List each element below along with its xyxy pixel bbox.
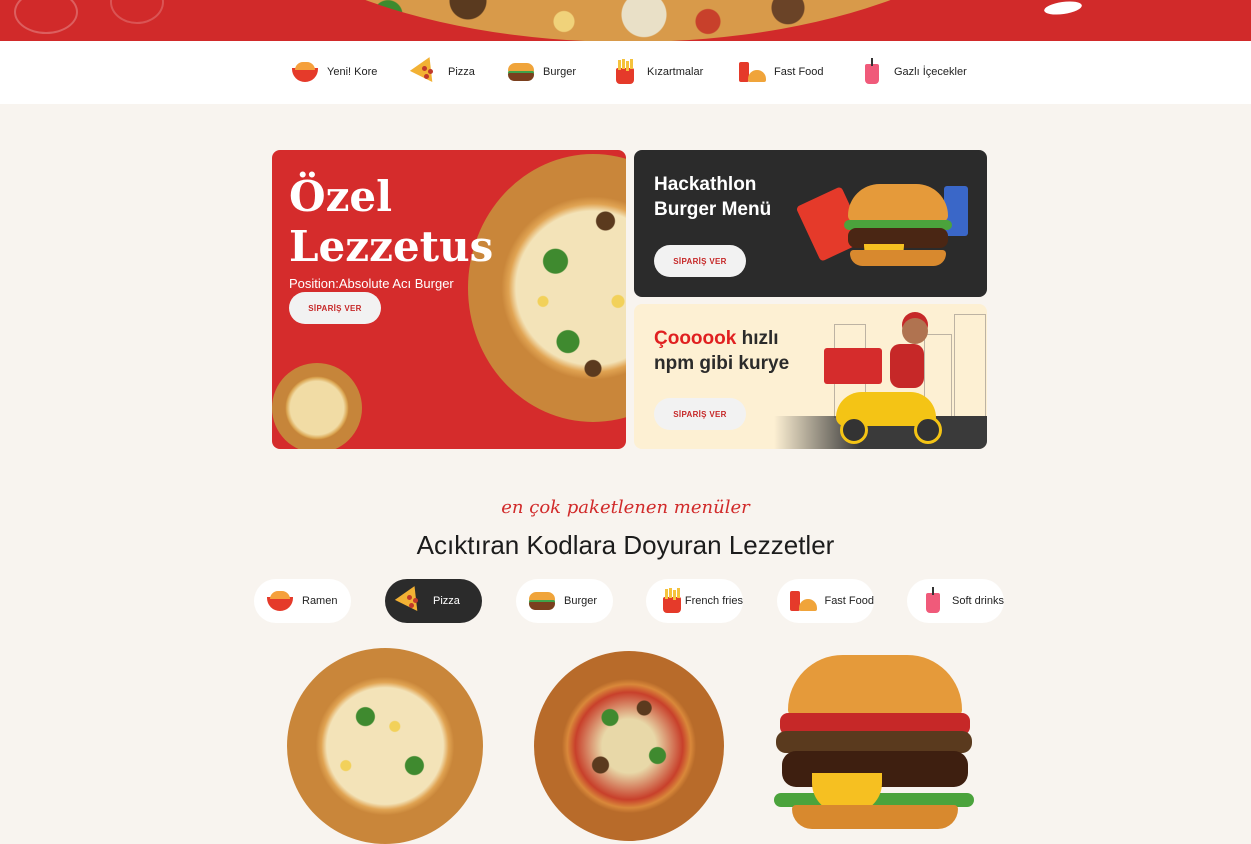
tab-ramen[interactable]: Ramen [254,579,351,623]
category-item-fast-food[interactable]: Fast Food [738,56,824,88]
promo-title-highlight: Çoooook [654,328,737,349]
category-item-burger[interactable]: Burger [507,56,576,88]
section-title: Acıktıran Kodlara Doyuran Lezzetler [416,530,835,560]
promo-title-line2: npm gibi kurye [654,353,790,374]
ramen-bowl-icon [266,587,294,615]
category-nav: Yeni! Kore Pizza Burger Kızartmalar Fast… [0,41,1251,104]
fast-food-icon [789,587,818,615]
tab-label: French fries [684,595,743,607]
tab-label: Ramen [302,595,338,607]
pizza-slice-icon [412,58,440,86]
burger-icon [528,587,556,615]
promo-title-line1: Hackathlon [654,174,757,195]
category-label: Burger [543,66,577,78]
promo-burger-image [795,164,984,284]
decorative-doodle [14,0,78,34]
tab-fast-food[interactable]: Fast Food [777,579,874,623]
promo-courier-image [774,304,987,449]
category-label: Pizza [448,66,475,78]
hero-swoosh-decoration [1043,0,1083,17]
decorative-doodle [110,0,164,24]
order-button[interactable]: SİPARİŞ VER [654,245,746,277]
category-item-pizza[interactable]: Pizza [412,56,475,88]
category-item-kizartmalar[interactable]: Kızartmalar [611,56,703,88]
order-button[interactable]: SİPARİŞ VER [289,292,381,324]
category-item-gazli-icecekler[interactable]: Gazlı İçecekler [858,56,967,88]
fries-icon [658,587,681,615]
burger-icon [507,58,535,86]
tab-french-fries[interactable]: French fries [646,579,743,623]
promo-title: Çoooook hızlı npm gibi kurye [654,326,789,376]
tab-label: Fast Food [824,595,874,607]
tab-burger[interactable]: Burger [516,579,613,623]
promo-title-line1: Özel [289,172,393,221]
promo-card-hackathlon-burger: Hackathlon Burger Menü SİPARİŞ VER [634,150,987,297]
soft-drink-icon [858,58,886,86]
fries-icon [611,58,639,86]
tab-pizza[interactable]: Pizza [385,579,482,623]
tab-label: Soft drinks [952,595,1004,607]
category-item-kore[interactable]: Yeni! Kore [291,56,377,88]
product-image-pizza[interactable] [287,648,483,844]
order-button[interactable]: SİPARİŞ VER [654,398,746,430]
promo-title: Hackathlon Burger Menü [654,172,771,222]
category-label: Fast Food [774,66,824,78]
product-image-pizza[interactable] [534,651,724,841]
tab-soft-drinks[interactable]: Soft drinks [907,579,1004,623]
promo-subtitle: Position:Absolute Acı Burger [289,276,454,291]
category-label: Gazlı İçecekler [894,66,967,78]
promo-pizza-small-image [272,363,362,449]
promo-card-ozel-lezzetus: Özel Lezzetus Position:Absolute Acı Burg… [272,150,626,449]
section-script-subtitle: en çok paketlenen menüler [501,497,750,518]
category-label: Yeni! Kore [327,66,378,78]
soft-drink-icon [919,587,944,615]
ramen-bowl-icon [291,58,319,86]
pizza-slice-icon [397,587,425,615]
promo-card-courier: Çoooook hızlı npm gibi kurye SİPARİŞ VER [634,304,987,449]
fast-food-icon [738,58,766,86]
promo-title-line2: Lezzetus [289,222,494,271]
hero-pizza-image [228,0,1028,41]
tab-label: Pizza [433,595,460,607]
category-label: Kızartmalar [647,66,704,78]
product-image-burger[interactable] [772,655,976,832]
promo-title: Özel Lezzetus [289,172,493,272]
promo-title-rest: hızlı [736,328,779,349]
hero-banner-strip [0,0,1251,41]
tab-label: Burger [564,595,598,607]
promo-title-line2: Burger Menü [654,199,772,220]
